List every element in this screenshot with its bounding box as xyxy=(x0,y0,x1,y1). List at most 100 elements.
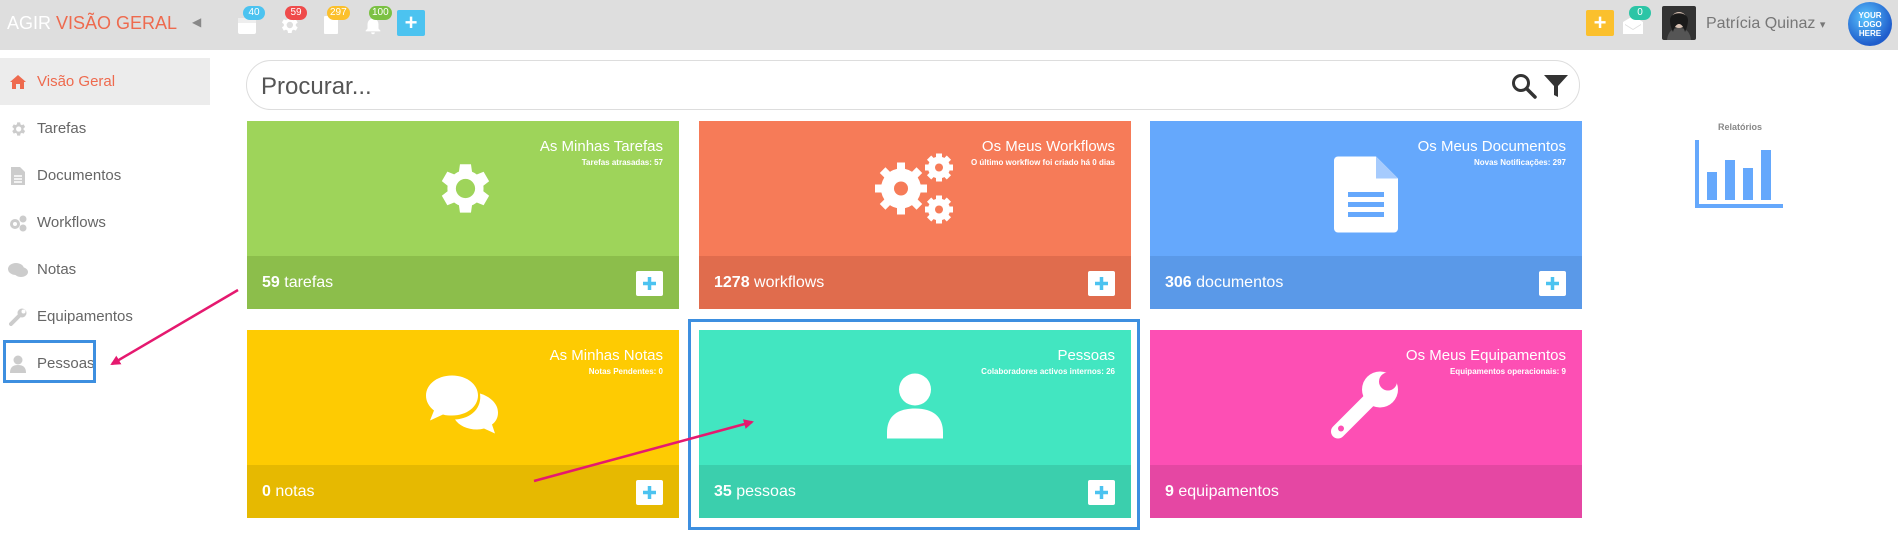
count-value: 9 xyxy=(1165,483,1174,500)
reports-widget[interactable]: Relatórios xyxy=(1694,122,1786,215)
user-menu[interactable]: Patrícia Quinaz ▾ xyxy=(1706,15,1825,33)
card-title: Os Meus Equipamentos xyxy=(1405,347,1566,364)
card-footer: 1278 workflows xyxy=(699,256,1131,309)
card-subtitle: Novas Notificações: 297 xyxy=(1473,158,1566,167)
card-equipamentos[interactable]: Os Meus Equipamentos Equipamentos operac… xyxy=(1150,330,1582,518)
sidebar-item-label: Visão Geral xyxy=(37,73,116,90)
count-unit: workflows xyxy=(749,274,825,291)
user-name: Patrícia Quinaz xyxy=(1706,15,1816,32)
count-value: 0 xyxy=(262,483,271,500)
sidebar-item-label: Documentos xyxy=(37,167,122,184)
filter-icon[interactable] xyxy=(1543,73,1569,99)
sidebar-item-equipamentos[interactable]: Equipamentos xyxy=(0,293,210,340)
documents-badge: 297 xyxy=(327,6,350,20)
card-documentos[interactable]: Os Meus Documentos Novas Notificações: 2… xyxy=(1150,121,1582,309)
sidebar-item-label: Equipamentos xyxy=(37,308,133,325)
bar-chart-icon xyxy=(1695,140,1783,208)
reports-label: Relatórios xyxy=(1717,122,1762,132)
count-value: 59 xyxy=(262,274,280,291)
collapse-sidebar-icon[interactable]: ◀ xyxy=(192,15,201,29)
count-value: 1278 xyxy=(714,274,750,291)
card-title: Os Meus Workflows xyxy=(981,138,1115,155)
plus-icon xyxy=(643,486,656,499)
card-title: As Minhas Notas xyxy=(549,347,663,364)
home-icon xyxy=(8,72,28,92)
card-count: 1278 workflows xyxy=(714,274,824,292)
wrench-icon xyxy=(8,307,28,327)
card-header: As Minhas Notas Notas Pendentes: 0 xyxy=(247,330,679,465)
app-label[interactable]: AGIR xyxy=(7,13,51,34)
document-icon xyxy=(8,166,28,186)
gears-icon xyxy=(8,213,28,233)
plus-icon xyxy=(643,277,656,290)
sidebar-item-label: Workflows xyxy=(37,214,106,231)
add-button[interactable]: + xyxy=(1586,10,1614,36)
plus-icon xyxy=(1095,277,1108,290)
card-notas[interactable]: As Minhas Notas Notas Pendentes: 0 0 not… xyxy=(247,330,679,518)
search-bar xyxy=(246,60,1580,110)
avatar[interactable] xyxy=(1662,6,1696,40)
gear-icon xyxy=(430,156,496,227)
settings-badge: 59 xyxy=(285,6,307,20)
count-unit: documentos xyxy=(1191,274,1284,291)
documents-button[interactable]: 297 xyxy=(318,6,350,36)
card-header: Os Meus Workflows O último workflow foi … xyxy=(699,121,1131,256)
card-count: 9 equipamentos xyxy=(1165,483,1279,501)
search-icon[interactable] xyxy=(1511,73,1537,99)
card-header: Os Meus Equipamentos Equipamentos operac… xyxy=(1150,330,1582,465)
highlight-box-sidebar xyxy=(3,340,96,383)
notifications-button[interactable]: 100 xyxy=(360,6,392,36)
count-unit: tarefas xyxy=(279,274,334,291)
card-footer: 9 equipamentos xyxy=(1150,465,1582,518)
gear-icon xyxy=(8,119,28,139)
count-unit: equipamentos xyxy=(1173,483,1279,500)
card-footer: 0 notas xyxy=(247,465,679,518)
sidebar-item-label: Tarefas xyxy=(37,120,87,137)
document-icon xyxy=(1334,156,1398,237)
card-footer: 59 tarefas xyxy=(247,256,679,309)
card-subtitle: Tarefas atrasadas: 57 xyxy=(581,158,663,167)
sidebar-item-documentos[interactable]: Documentos xyxy=(0,152,210,199)
sidebar: Visão Geral Tarefas Documentos Workflows… xyxy=(0,58,210,387)
count-value: 306 xyxy=(1165,274,1192,291)
sidebar-item-tarefas[interactable]: Tarefas xyxy=(0,105,210,152)
calendar-button[interactable]: 40 xyxy=(234,6,265,36)
plus-icon xyxy=(1546,277,1559,290)
card-header: Os Meus Documentos Novas Notificações: 2… xyxy=(1150,121,1582,256)
notifications-badge: 100 xyxy=(369,6,392,20)
card-count: 306 documentos xyxy=(1165,274,1283,292)
calendar-badge: 40 xyxy=(243,6,265,20)
settings-button[interactable]: 59 xyxy=(276,6,307,36)
gears-icon xyxy=(873,151,957,232)
card-tarefas[interactable]: As Minhas Tarefas Tarefas atrasadas: 57 … xyxy=(247,121,679,309)
card-title: Os Meus Documentos xyxy=(1417,138,1566,155)
count-unit: notas xyxy=(270,483,315,500)
card-count: 59 tarefas xyxy=(262,274,333,292)
add-task-button[interactable] xyxy=(636,271,663,296)
sidebar-item-workflows[interactable]: Workflows xyxy=(0,199,210,246)
inbox-button[interactable]: 0 xyxy=(1620,6,1651,36)
inbox-badge: 0 xyxy=(1629,6,1651,20)
add-note-button[interactable] xyxy=(636,480,663,505)
quick-add-button[interactable]: + xyxy=(397,10,425,36)
top-bar: AGIR VISÃO GERAL ◀ 40 59 297 100 + + 0 P… xyxy=(0,0,1898,50)
card-workflows[interactable]: Os Meus Workflows O último workflow foi … xyxy=(699,121,1131,309)
page-title: VISÃO GERAL xyxy=(56,13,178,33)
card-title: As Minhas Tarefas xyxy=(539,138,663,155)
card-count: 0 notas xyxy=(262,483,315,501)
card-footer: 306 documentos xyxy=(1150,256,1582,309)
card-subtitle: Notas Pendentes: 0 xyxy=(588,367,663,376)
card-subtitle: Equipamentos operacionais: 9 xyxy=(1449,367,1566,376)
card-subtitle: O último workflow foi criado há 0 dias xyxy=(970,158,1115,167)
chevron-down-icon: ▾ xyxy=(1819,19,1826,31)
add-document-button[interactable] xyxy=(1539,271,1566,296)
sidebar-item-label: Notas xyxy=(37,261,77,278)
sidebar-item-notas[interactable]: Notas xyxy=(0,246,210,293)
sidebar-item-visao-geral[interactable]: Visão Geral xyxy=(0,58,210,105)
highlight-box-card xyxy=(688,319,1140,530)
company-logo: YOUR LOGO HERE xyxy=(1848,2,1892,46)
add-workflow-button[interactable] xyxy=(1088,271,1115,296)
search-input[interactable] xyxy=(259,71,1463,103)
wrench-icon xyxy=(1330,362,1407,444)
comments-icon xyxy=(8,260,28,280)
